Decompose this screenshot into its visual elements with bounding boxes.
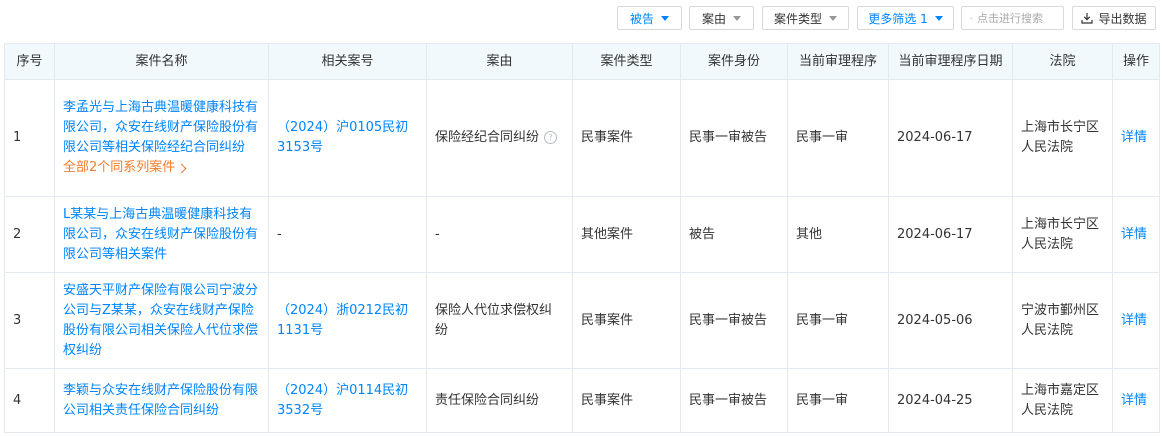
export-label: 导出数据 bbox=[1098, 11, 1147, 26]
header-index: 序号 bbox=[4, 43, 55, 80]
case-name-link[interactable]: 李孟光与上海古典温暖健康科技有限公司，众安在线财产保险股份有限公司等相关保险经纪… bbox=[63, 98, 260, 158]
details-link[interactable]: 详情 bbox=[1121, 227, 1147, 242]
stage-cell: 其他 bbox=[787, 196, 889, 273]
header-stage-date: 当前审理程序日期 bbox=[888, 43, 1013, 80]
row-index: 2 bbox=[4, 196, 55, 273]
case-name-link[interactable]: L某某与上海古典温暖健康科技有限公司，众安在线财产保险股份有限公司等相关案件 bbox=[63, 205, 260, 265]
reason-filter-dropdown[interactable]: 案由 bbox=[689, 6, 754, 30]
chevron-right-icon bbox=[176, 163, 187, 173]
details-link[interactable]: 详情 bbox=[1121, 393, 1147, 408]
role-filter-label: 被告 bbox=[629, 11, 654, 26]
details-link[interactable]: 详情 bbox=[1121, 313, 1147, 328]
stage-date-cell: 2024-06-17 bbox=[888, 79, 1013, 197]
type-filter-dropdown[interactable]: 案件类型 bbox=[762, 6, 849, 30]
stage-date-cell: 2024-06-17 bbox=[888, 196, 1013, 273]
stage-cell: 民事一审 bbox=[787, 368, 889, 433]
header-action: 操作 bbox=[1112, 43, 1160, 80]
header-court: 法院 bbox=[1012, 43, 1113, 80]
reason-cell: 保险人代位求偿权纠纷 bbox=[426, 272, 573, 369]
toolbar: 被告 案由 案件类型 更多筛选 1 导出数据 bbox=[0, 6, 1162, 32]
reason-cell: - bbox=[426, 196, 573, 273]
chevron-down-icon bbox=[661, 15, 669, 21]
case-number-cell: （2024）沪0114民初3532号 bbox=[268, 368, 427, 433]
type-filter-label: 案件类型 bbox=[773, 11, 822, 26]
case-type-cell: 民事案件 bbox=[572, 79, 681, 197]
header-stage: 当前审理程序 bbox=[787, 43, 889, 80]
role-cell: 民事一审被告 bbox=[680, 272, 788, 369]
role-cell: 被告 bbox=[680, 196, 788, 273]
court-cell: 上海市长宁区人民法院 bbox=[1012, 196, 1113, 273]
case-number-link[interactable]: （2024）沪0105民初3153号 bbox=[277, 120, 408, 155]
table-row: 2 L某某与上海古典温暖健康科技有限公司，众安在线财产保险股份有限公司等相关案件… bbox=[4, 196, 1160, 273]
header-case-type: 案件类型 bbox=[572, 43, 681, 80]
row-index: 3 bbox=[4, 272, 55, 369]
case-name-link[interactable]: 安盛天平财产保险有限公司宁波分公司与Z某某，众安在线财产保险股份有限公司相关保险… bbox=[63, 281, 260, 361]
court-cell: 上海市嘉定区人民法院 bbox=[1012, 368, 1113, 433]
series-cases-link[interactable]: 全部2个同系列案件 bbox=[63, 158, 187, 178]
header-reason: 案由 bbox=[426, 43, 573, 80]
action-cell: 详情 bbox=[1112, 272, 1160, 369]
court-cell: 上海市长宁区人民法院 bbox=[1012, 79, 1113, 197]
action-cell: 详情 bbox=[1112, 196, 1160, 273]
court-cell: 宁波市鄞州区人民法院 bbox=[1012, 272, 1113, 369]
role-filter-dropdown[interactable]: 被告 bbox=[617, 6, 682, 30]
download-icon bbox=[1081, 13, 1094, 24]
details-link[interactable]: 详情 bbox=[1121, 130, 1147, 145]
role-cell: 民事一审被告 bbox=[680, 368, 788, 433]
case-name-link[interactable]: 李颖与众安在线财产保险股份有限公司相关责任保险合同纠纷 bbox=[63, 381, 260, 421]
row-index: 4 bbox=[4, 368, 55, 433]
stage-cell: 民事一审 bbox=[787, 272, 889, 369]
more-filters-dropdown[interactable]: 更多筛选 1 bbox=[857, 6, 954, 30]
case-number-link[interactable]: （2024）沪0114民初3532号 bbox=[277, 383, 408, 418]
header-case-name: 案件名称 bbox=[54, 43, 269, 80]
reason-text: 保险经纪合同纠纷 bbox=[435, 130, 540, 145]
case-number-cell: （2024）沪0105民初3153号 bbox=[268, 79, 427, 197]
case-name-cell: L某某与上海古典温暖健康科技有限公司，众安在线财产保险股份有限公司等相关案件 bbox=[54, 196, 269, 273]
case-name-cell: 李颖与众安在线财产保险股份有限公司相关责任保险合同纠纷 bbox=[54, 368, 269, 433]
more-filters-label: 更多筛选 1 bbox=[868, 11, 928, 26]
chevron-down-icon bbox=[733, 15, 741, 21]
role-cell: 民事一审被告 bbox=[680, 79, 788, 197]
case-name-cell: 李孟光与上海古典温暖健康科技有限公司，众安在线财产保险股份有限公司等相关保险经纪… bbox=[54, 79, 269, 197]
table-row: 3 安盛天平财产保险有限公司宁波分公司与Z某某，众安在线财产保险股份有限公司相关… bbox=[4, 272, 1160, 369]
series-cases-label: 全部2个同系列案件 bbox=[63, 160, 176, 175]
reason-cell: 保险经纪合同纠纷? bbox=[426, 79, 573, 197]
case-type-cell: 民事案件 bbox=[572, 272, 681, 369]
case-number-link[interactable]: （2024）浙0212民初1131号 bbox=[277, 303, 408, 338]
stage-date-cell: 2024-05-06 bbox=[888, 272, 1013, 369]
case-number-cell: （2024）浙0212民初1131号 bbox=[268, 272, 427, 369]
case-name-cell: 安盛天平财产保险有限公司宁波分公司与Z某某，众安在线财产保险股份有限公司相关保险… bbox=[54, 272, 269, 369]
stage-cell: 民事一审 bbox=[787, 79, 889, 197]
table-row: 1 李孟光与上海古典温暖健康科技有限公司，众安在线财产保险股份有限公司等相关保险… bbox=[4, 79, 1160, 197]
header-role: 案件身份 bbox=[680, 43, 788, 80]
search-box[interactable] bbox=[961, 6, 1064, 30]
search-input[interactable] bbox=[977, 11, 1063, 25]
row-index: 1 bbox=[4, 79, 55, 197]
case-table: 序号 案件名称 相关案号 案由 案件类型 案件身份 当前审理程序 当前审理程序日… bbox=[4, 43, 1160, 433]
header-case-number: 相关案号 bbox=[268, 43, 427, 80]
reason-filter-label: 案由 bbox=[701, 11, 726, 26]
case-type-cell: 民事案件 bbox=[572, 368, 681, 433]
reason-cell: 责任保险合同纠纷 bbox=[426, 368, 573, 433]
chevron-down-icon bbox=[829, 15, 837, 21]
search-icon bbox=[970, 16, 973, 20]
chevron-down-icon bbox=[934, 15, 943, 21]
stage-date-cell: 2024-04-25 bbox=[888, 368, 1013, 433]
action-cell: 详情 bbox=[1112, 79, 1160, 197]
case-number-cell: - bbox=[268, 196, 427, 273]
question-icon[interactable]: ? bbox=[544, 131, 558, 144]
table-row: 4 李颖与众安在线财产保险股份有限公司相关责任保险合同纠纷 （2024）沪011… bbox=[4, 368, 1160, 433]
case-type-cell: 其他案件 bbox=[572, 196, 681, 273]
export-button[interactable]: 导出数据 bbox=[1072, 6, 1156, 30]
table-header-row: 序号 案件名称 相关案号 案由 案件类型 案件身份 当前审理程序 当前审理程序日… bbox=[4, 43, 1160, 80]
action-cell: 详情 bbox=[1112, 368, 1160, 433]
